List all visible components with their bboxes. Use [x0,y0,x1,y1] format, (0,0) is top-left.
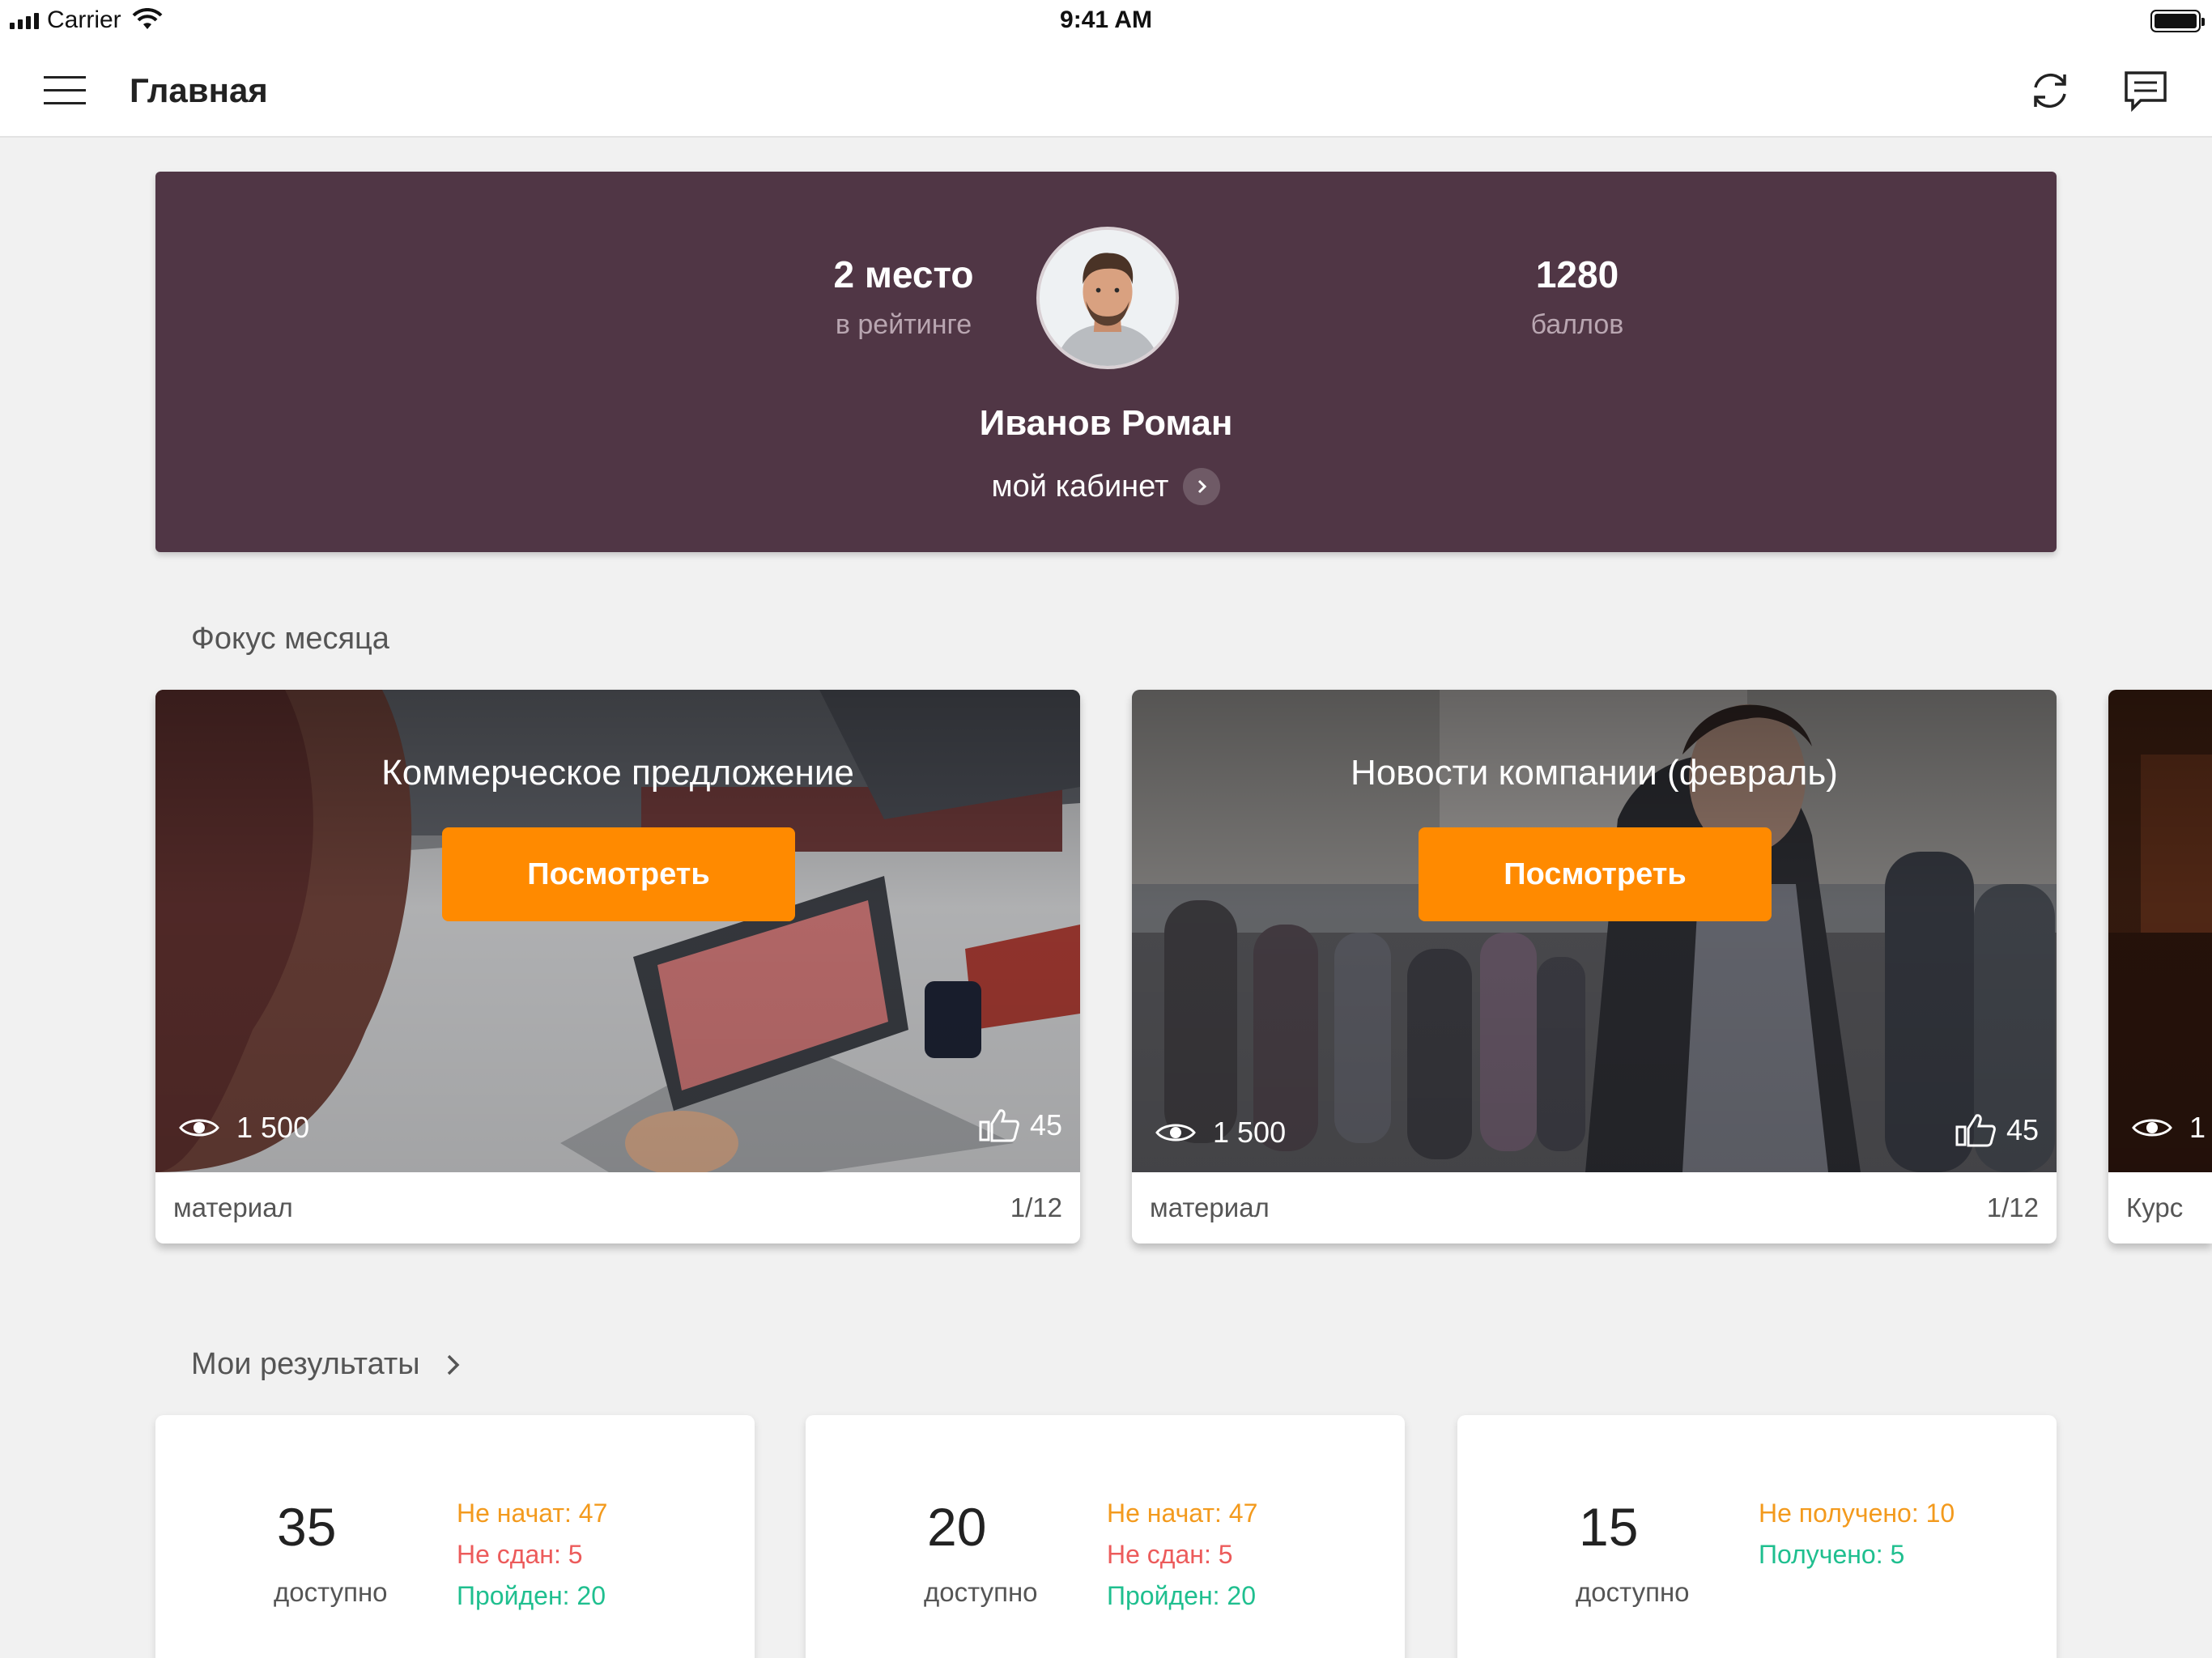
page-title: Главная [130,71,268,109]
focus-title-label: Фокус месяца [191,622,389,656]
results-title-label: Мои результаты [191,1347,420,1381]
chevron-right-icon [1183,468,1221,505]
card-title: Новости компании (февраль) [1351,753,1838,793]
avatar[interactable] [1036,227,1179,369]
chat-icon[interactable] [2121,66,2170,115]
likes-value: 45 [1029,1108,1062,1141]
likes-count[interactable]: 45 [1955,1112,2039,1148]
result-breakdown: Не начат: 47 Не сдан: 5 Пройден: 20 [1107,1493,1257,1617]
card-footer: Курс [2108,1172,2212,1244]
card-image [2108,690,2212,1172]
card-title: Коммерческое предложение [381,753,854,793]
result-card[interactable]: 20 доступно Не начат: 47 Не сдан: 5 Прой… [806,1415,1405,1658]
card-type: Курс [2126,1192,2184,1222]
likes-count[interactable]: 45 [978,1107,1062,1143]
eye-icon [1155,1124,1196,1141]
thumbs-up-icon [979,1109,1019,1142]
result-count: 15 [1579,1497,1639,1557]
card-type: материал [173,1192,293,1222]
eye-icon [2132,1119,2172,1137]
status-time: 9:41 AM [1060,6,1152,33]
rank-value: 2 место [833,253,974,295]
result-caption: доступно [1576,1577,1690,1607]
not-started-status: Не начат: 47 [1107,1499,1258,1528]
rank-stat: 2 место в рейтинге [774,253,1033,341]
focus-card[interactable]: Новости компании (февраль) Посмотреть 1 … [1132,690,2057,1244]
views-count: 1 500 [1155,1116,1286,1150]
view-button[interactable]: Посмотреть [1419,827,1772,921]
views-count: 1 500 [178,1111,309,1145]
result-card[interactable]: 15 доступно Не получено: 10 Получено: 5 [1457,1415,2057,1658]
nav-bar: Главная [0,42,2212,138]
points-stat: 1280 баллов [1448,253,1707,341]
card-type: материал [1150,1192,1270,1222]
not-received-status: Не получено: 10 [1759,1499,1955,1528]
user-name: Иванов Роман [979,403,1233,443]
received-status: Получено: 5 [1759,1540,1905,1569]
views-value: 1 500 [236,1111,310,1144]
view-button[interactable]: Посмотреть [442,827,795,921]
views-count: 1 [2131,1111,2206,1145]
likes-value: 45 [2006,1113,2039,1146]
not-passed-status: Не сдан: 5 [457,1540,583,1569]
card-progress: 1/12 [1986,1192,2039,1222]
rank-caption: в рейтинге [835,309,972,340]
views-value: 1 [2189,1111,2206,1144]
chevron-right-icon [447,1354,460,1375]
refresh-icon[interactable] [2026,66,2074,115]
points-value: 1280 [1535,253,1619,295]
card-progress: 1/12 [1010,1192,1062,1222]
result-caption: доступно [274,1577,388,1607]
profile-card: 2 место в рейтинге 1280 баллов Иванов Ро… [155,172,2057,552]
eye-icon [179,1119,219,1137]
result-breakdown: Не получено: 10 Получено: 5 [1759,1493,1955,1575]
status-bar: Carrier 9:41 AM [0,0,2212,42]
card-footer: материал 1/12 [155,1172,1080,1244]
result-count: 20 [927,1497,987,1557]
passed-status: Пройден: 20 [457,1581,606,1610]
results-section-title[interactable]: Мои результаты [191,1347,464,1382]
focus-card[interactable]: Коммерческое предложение Посмотреть 1 50… [155,690,1080,1244]
result-card[interactable]: 35 доступно Не начат: 47 Не сдан: 5 Прой… [155,1415,755,1658]
focus-section-title: Фокус месяца [191,622,389,657]
not-started-status: Не начат: 47 [457,1499,608,1528]
not-passed-status: Не сдан: 5 [1107,1540,1233,1569]
result-caption: доступно [924,1577,1038,1607]
card-footer: материал 1/12 [1132,1172,2057,1244]
my-cabinet-label: мой кабинет [991,469,1169,504]
passed-status: Пройден: 20 [1107,1581,1256,1610]
views-value: 1 500 [1213,1116,1287,1149]
menu-icon[interactable] [44,76,86,105]
battery-icon [2150,10,2205,32]
thumbs-up-icon [1955,1114,1996,1147]
result-breakdown: Не начат: 47 Не сдан: 5 Пройден: 20 [457,1493,607,1617]
result-count: 35 [277,1497,337,1557]
my-cabinet-link[interactable]: мой кабинет [155,468,2057,505]
points-caption: баллов [1530,309,1624,340]
focus-card-partial[interactable]: 1 Курс [2108,690,2212,1244]
